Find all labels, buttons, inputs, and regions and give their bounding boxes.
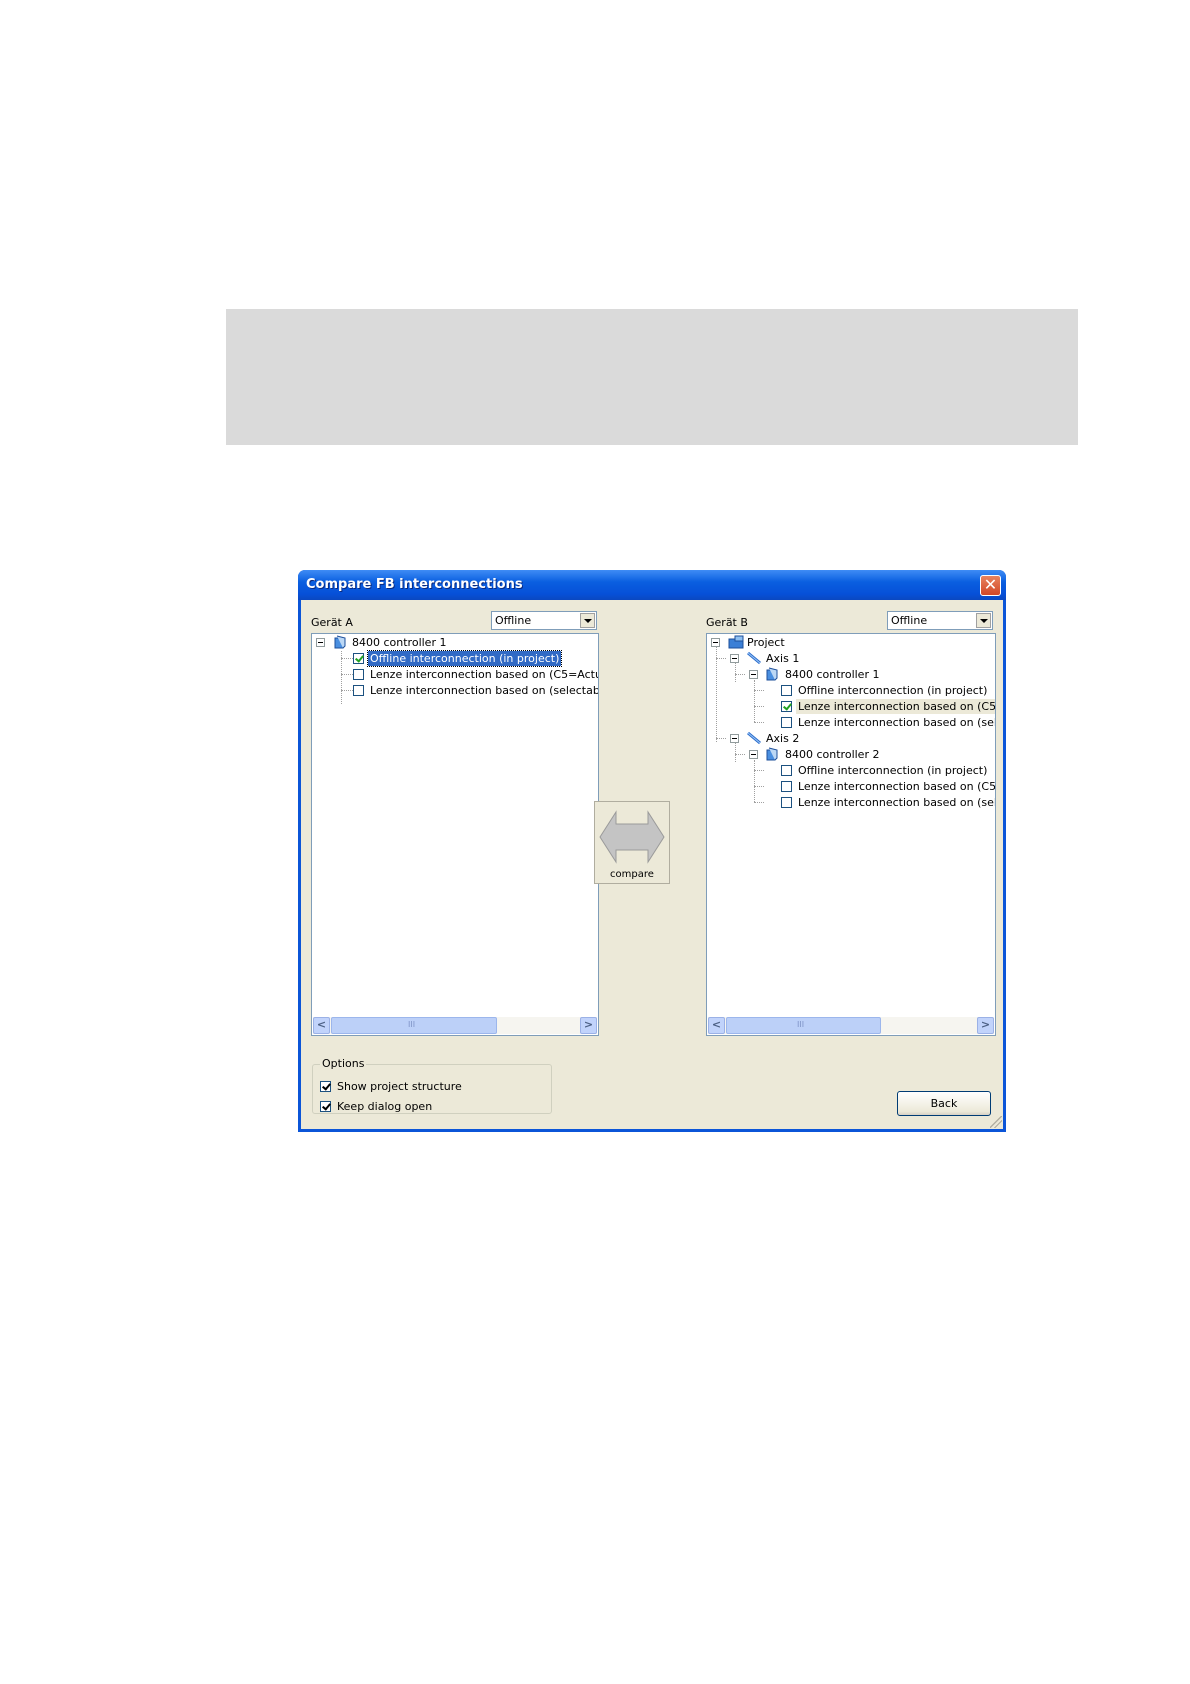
device-b-source-select[interactable]: Offline	[887, 611, 993, 630]
close-button[interactable]: ✕	[980, 575, 1001, 596]
compare-fb-dialog: Compare FB interconnections ✕ Gerät A Of…	[298, 570, 1006, 1132]
collapse-icon[interactable]	[730, 654, 739, 663]
gray-banner	[226, 309, 1078, 445]
tree-node-label: Axis 1	[766, 652, 800, 665]
tree-line	[754, 722, 764, 723]
tree-node-label: Lenze interconnection based on (selectab…	[370, 684, 599, 697]
node-checkbox[interactable]	[781, 717, 792, 728]
project-icon	[728, 635, 744, 649]
options-group: Options Show project structure Keep dial…	[312, 1057, 552, 1114]
node-checkbox[interactable]	[353, 685, 364, 696]
tree-line	[754, 786, 764, 787]
collapse-icon[interactable]	[730, 734, 739, 743]
tree-node-label: Offline interconnection (in project)	[798, 764, 988, 777]
tree-node-label: Axis 2	[766, 732, 800, 745]
keep-dialog-open-checkbox[interactable]	[320, 1101, 331, 1112]
tree-line	[716, 738, 726, 739]
tree-node-label: Lenze interconnection based on (select	[798, 716, 996, 729]
scroll-left-icon[interactable]: <	[708, 1017, 725, 1034]
scroll-thumb[interactable]: III	[331, 1017, 497, 1034]
collapse-icon[interactable]	[749, 670, 758, 679]
tree-node-label: 8400 controller 2	[785, 748, 880, 761]
axis-icon	[747, 651, 761, 665]
device-b-tree[interactable]: Project Axis 1 8400 controller 1 Offline…	[706, 633, 996, 1036]
title-bar[interactable]: Compare FB interconnections ✕	[298, 570, 1006, 600]
show-project-structure-checkbox[interactable]	[320, 1081, 331, 1092]
node-checkbox[interactable]	[353, 653, 364, 664]
tree-line	[341, 674, 353, 675]
node-checkbox[interactable]	[781, 765, 792, 776]
tree-line	[341, 690, 353, 691]
tree-line	[754, 706, 764, 707]
device-b-label: Gerät B	[706, 616, 748, 629]
scroll-thumb[interactable]: III	[726, 1017, 881, 1034]
node-checkbox[interactable]	[353, 669, 364, 680]
horizontal-scrollbar[interactable]: < III >	[313, 1017, 597, 1034]
grip-icon: III	[408, 1020, 416, 1029]
tree-line	[754, 802, 764, 803]
tree-line	[735, 662, 736, 682]
compare-label: compare	[610, 869, 654, 880]
tree-node-label: 8400 controller 1	[352, 636, 447, 649]
tree-line	[716, 647, 717, 742]
tree-line	[754, 760, 755, 802]
dialog-title: Compare FB interconnections	[306, 577, 523, 592]
device-b-source-value: Offline	[891, 614, 928, 627]
node-checkbox[interactable]	[781, 781, 792, 792]
axis-icon	[747, 731, 761, 745]
tree-node-label: Offline interconnection (in project)	[798, 684, 988, 697]
tree-node-label: Lenze interconnection based on (C5=Ac	[798, 780, 996, 793]
grip-icon: III	[797, 1020, 805, 1029]
scroll-left-icon[interactable]: <	[313, 1017, 330, 1034]
device-a-label: Gerät A	[311, 616, 353, 629]
collapse-icon[interactable]	[711, 638, 720, 647]
device-a-source-select[interactable]: Offline	[491, 611, 597, 630]
horizontal-scrollbar[interactable]: < III >	[708, 1017, 994, 1034]
collapse-icon[interactable]	[749, 750, 758, 759]
tree-node-label: Project	[747, 636, 785, 649]
scroll-right-icon[interactable]: >	[580, 1017, 597, 1034]
tree-line	[754, 690, 764, 691]
node-checkbox[interactable]	[781, 797, 792, 808]
tree-node-label: Lenze interconnection based on (C5=Actua…	[370, 668, 598, 681]
tree-node-label: Lenze interconnection based on (select	[798, 796, 996, 809]
chevron-down-icon[interactable]	[976, 613, 991, 628]
chevron-down-icon[interactable]	[580, 613, 595, 628]
tree-line	[754, 680, 755, 722]
show-project-structure-label: Show project structure	[337, 1080, 462, 1093]
tree-node-label: Offline interconnection (in project)	[366, 650, 563, 667]
controller-icon	[766, 747, 778, 761]
tree-line	[735, 674, 745, 675]
node-checkbox[interactable]	[781, 685, 792, 696]
controller-icon	[334, 635, 346, 649]
back-button[interactable]: Back	[897, 1091, 991, 1116]
dialog-client-area: Gerät A Offline 8400 controller 1 Offlin	[301, 600, 1003, 1129]
double-arrow-icon	[599, 810, 665, 864]
tree-node-label: Lenze interconnection based on (C5=Ac	[796, 699, 995, 714]
resize-grip-icon[interactable]	[990, 1116, 1002, 1128]
scroll-right-icon[interactable]: >	[977, 1017, 994, 1034]
device-a-tree[interactable]: 8400 controller 1 Offline interconnectio…	[311, 633, 599, 1036]
keep-dialog-open-label: Keep dialog open	[337, 1100, 433, 1113]
options-legend: Options	[320, 1057, 367, 1070]
collapse-icon[interactable]	[316, 638, 325, 647]
tree-line	[341, 658, 353, 659]
device-a-source-value: Offline	[495, 614, 532, 627]
tree-line	[735, 754, 745, 755]
node-checkbox[interactable]	[781, 701, 792, 712]
compare-button[interactable]: compare	[594, 801, 670, 884]
controller-icon	[766, 667, 778, 681]
tree-node-label: 8400 controller 1	[785, 668, 880, 681]
tree-line	[716, 658, 726, 659]
close-icon: ✕	[983, 575, 998, 594]
tree-line	[754, 770, 764, 771]
tree-line	[735, 742, 736, 762]
